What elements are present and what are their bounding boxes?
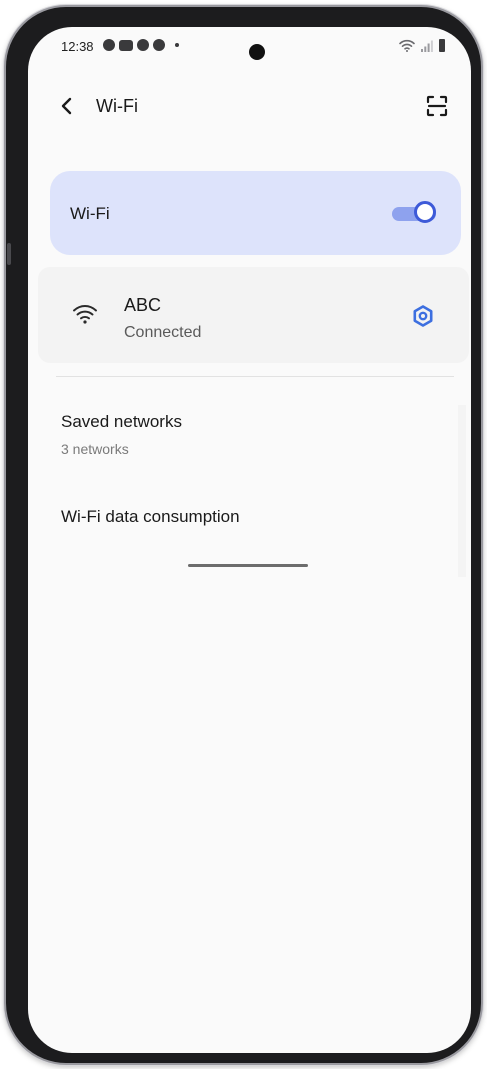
cellular-signal-icon bbox=[421, 40, 433, 52]
qr-scan-button[interactable] bbox=[424, 93, 450, 119]
message-icon bbox=[119, 39, 133, 51]
saved-networks-title: Saved networks bbox=[61, 412, 182, 431]
notification-icon bbox=[153, 39, 165, 51]
wifi-status-icon bbox=[399, 39, 415, 52]
page-title: Wi-Fi bbox=[96, 96, 138, 116]
canvas: 12:38 Wi-Fi Wi-Fi ABC Connected Saved ne… bbox=[0, 0, 487, 1069]
phone-screen: 12:38 Wi-Fi Wi-Fi ABC Connected Saved ne… bbox=[28, 27, 471, 1053]
saved-networks-item[interactable]: Saved networks 3 networks bbox=[61, 410, 451, 466]
back-button[interactable] bbox=[54, 93, 80, 119]
list-scroll-edge bbox=[458, 405, 466, 577]
phone-frame: 12:38 Wi-Fi Wi-Fi ABC Connected Saved ne… bbox=[4, 5, 483, 1065]
notification-icon bbox=[103, 39, 115, 51]
battery-icon bbox=[439, 39, 445, 52]
wifi-signal-icon bbox=[73, 305, 97, 324]
notification-icon bbox=[137, 39, 149, 51]
front-camera bbox=[249, 44, 265, 60]
side-button bbox=[7, 243, 11, 265]
network-settings-button[interactable] bbox=[410, 303, 436, 329]
wifi-data-consumption-item[interactable]: Wi-Fi data consumption bbox=[61, 505, 451, 533]
status-bar: 12:38 bbox=[28, 27, 471, 67]
network-status: Connected bbox=[124, 324, 202, 341]
wifi-toggle-switch[interactable] bbox=[388, 199, 440, 227]
gear-icon bbox=[413, 305, 433, 327]
connected-network-item[interactable]: ABC Connected bbox=[38, 267, 469, 363]
wifi-data-consumption-label: Wi-Fi data consumption bbox=[61, 507, 240, 526]
scroll-indicator bbox=[188, 564, 308, 567]
status-icons bbox=[399, 39, 445, 52]
wifi-toggle-card[interactable]: Wi-Fi bbox=[50, 171, 461, 255]
chevron-left-icon bbox=[61, 97, 72, 115]
app-header: Wi-Fi bbox=[28, 87, 471, 127]
qr-scan-icon bbox=[426, 95, 448, 117]
saved-networks-count: 3 networks bbox=[61, 441, 129, 457]
notification-icons bbox=[103, 39, 179, 51]
wifi-toggle-label: Wi-Fi bbox=[70, 204, 110, 223]
more-notifications-icon bbox=[175, 43, 179, 47]
network-name: ABC bbox=[124, 295, 162, 315]
status-time: 12:38 bbox=[61, 39, 94, 54]
toggle-knob bbox=[414, 201, 436, 223]
divider bbox=[56, 376, 454, 377]
